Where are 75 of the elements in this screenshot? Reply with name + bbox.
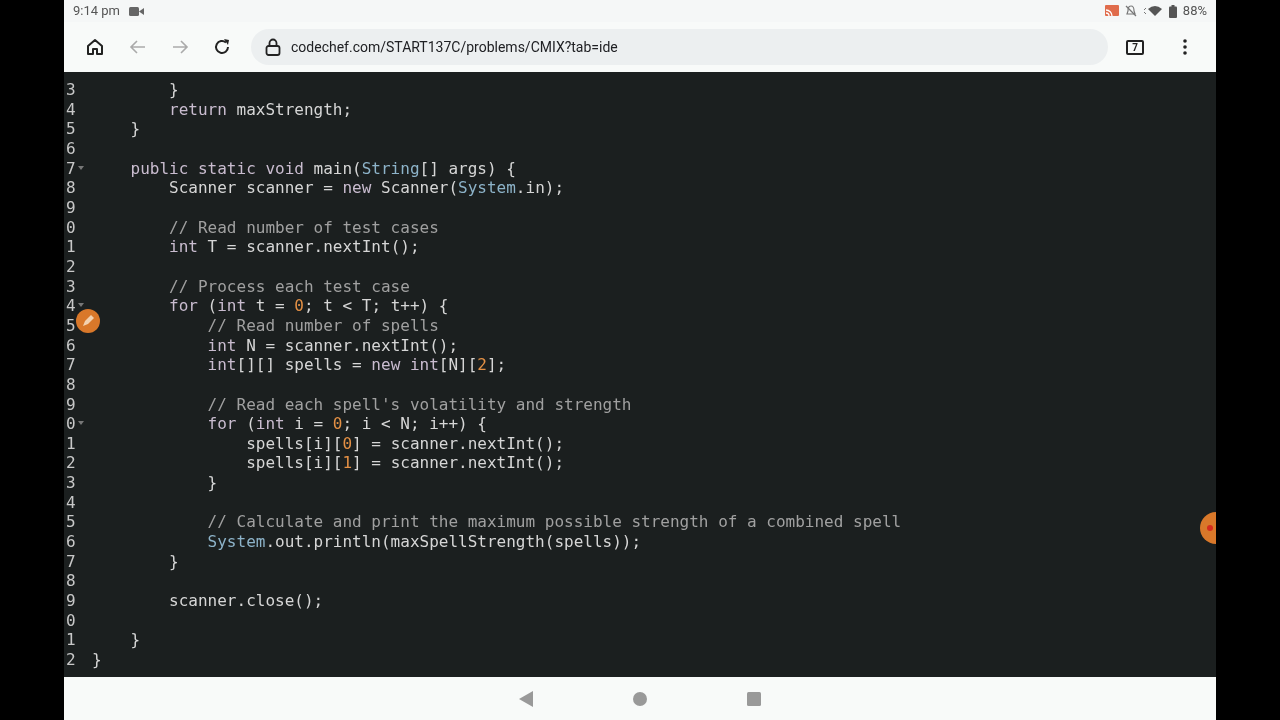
clock-time: 9:14 pm	[73, 2, 120, 21]
line-number: 4	[66, 296, 76, 316]
line-number: 3	[66, 80, 76, 100]
line-number: 7	[66, 551, 76, 572]
line-number: 2	[66, 256, 76, 277]
nav-home-icon[interactable]	[633, 691, 647, 706]
muted-bell-icon	[1124, 5, 1137, 17]
line-number: 1	[66, 433, 76, 454]
battery-percentage: 88%	[1182, 2, 1207, 21]
code-line: }	[129, 119, 141, 139]
reload-icon	[212, 37, 232, 57]
line-number: 4	[66, 99, 76, 120]
edit-pencil-button-icon[interactable]	[76, 309, 100, 333]
code-line: // Read each spell's volatility and strength	[206, 394, 632, 415]
code-line: spells[i][1] = scanner.nextInt();	[245, 453, 564, 474]
code-line: return maxStrength;	[168, 99, 353, 120]
line-number: 0	[66, 414, 76, 434]
fold-caret-icon[interactable]	[78, 303, 84, 308]
code-line: for (int t = 0; t < T; t++) {	[168, 296, 449, 316]
line-number: 1	[66, 630, 76, 651]
line-number: 6	[66, 335, 76, 356]
line-number: 7	[66, 355, 76, 375]
code-line: int T = scanner.nextInt();	[168, 237, 420, 257]
url-text: codechef.com/START137C/problems/CMIX?tab=ide	[291, 37, 618, 57]
code-line: System.out.println(maxSpellStrength(spells));	[206, 532, 642, 552]
line-number: 5	[66, 119, 76, 139]
line-number: 3	[66, 473, 76, 493]
code-line: }	[129, 630, 141, 651]
line-number: 0	[66, 217, 76, 238]
floating-bubble-icon[interactable]	[1200, 512, 1216, 544]
code-line: }	[91, 650, 102, 670]
line-number: 9	[66, 591, 76, 611]
line-number: 5	[66, 512, 76, 533]
video-camera-icon	[129, 5, 144, 17]
line-number: 3	[66, 276, 76, 297]
line-number: 0	[66, 610, 76, 631]
code-line: public static void main(String[] args) {	[129, 158, 516, 179]
code-line: int N = scanner.nextInt();	[206, 335, 459, 356]
address-bar[interactable]: codechef.com/START137C/problems/CMIX?tab=ide	[251, 29, 1108, 65]
more-menu-icon	[1183, 39, 1187, 55]
code-line: spells[i][0] = scanner.nextInt();	[245, 433, 564, 454]
code-line: scanner.close();	[168, 591, 324, 611]
line-number: 2	[66, 453, 76, 474]
code-line: // Calculate and print the maximum possible strength of a combined spell	[206, 512, 902, 533]
line-number: 5	[66, 315, 76, 336]
line-number: 6	[66, 532, 76, 552]
code-line: // Read number of test cases	[168, 217, 439, 238]
line-number: 9	[66, 394, 76, 415]
line-number: 4	[66, 492, 76, 513]
code-line: for (int i = 0; i < N; i++) {	[206, 414, 487, 434]
line-number: 8	[66, 374, 76, 395]
line-number: 6	[66, 138, 76, 159]
code-line: }	[206, 473, 218, 493]
fold-caret-icon[interactable]	[78, 421, 84, 426]
nav-back-icon[interactable]	[519, 690, 533, 707]
code-line: // Read number of spells	[206, 315, 439, 336]
line-number: 9	[66, 197, 76, 218]
code-line: }	[168, 80, 179, 100]
line-number: 1	[66, 237, 76, 257]
line-number: 2	[66, 650, 76, 670]
home-icon	[85, 37, 105, 57]
fold-caret-icon[interactable]	[78, 165, 84, 170]
code-line: // Process each test case	[168, 276, 410, 297]
code-line: int[][] spells = new int[N][2];	[206, 355, 507, 375]
cast-icon	[1104, 5, 1119, 17]
nav-recents-icon[interactable]	[747, 691, 761, 706]
wifi-icon	[1142, 5, 1163, 17]
tab-count-button[interactable]: 7	[1126, 39, 1144, 55]
line-number: 7	[66, 158, 76, 179]
battery-icon	[1168, 4, 1177, 18]
line-number: 8	[66, 571, 76, 592]
lock-icon	[265, 38, 281, 56]
line-number: 8	[66, 178, 76, 198]
code-line: Scanner scanner = new Scanner(System.in);	[168, 178, 565, 198]
code-line: }	[168, 551, 179, 572]
